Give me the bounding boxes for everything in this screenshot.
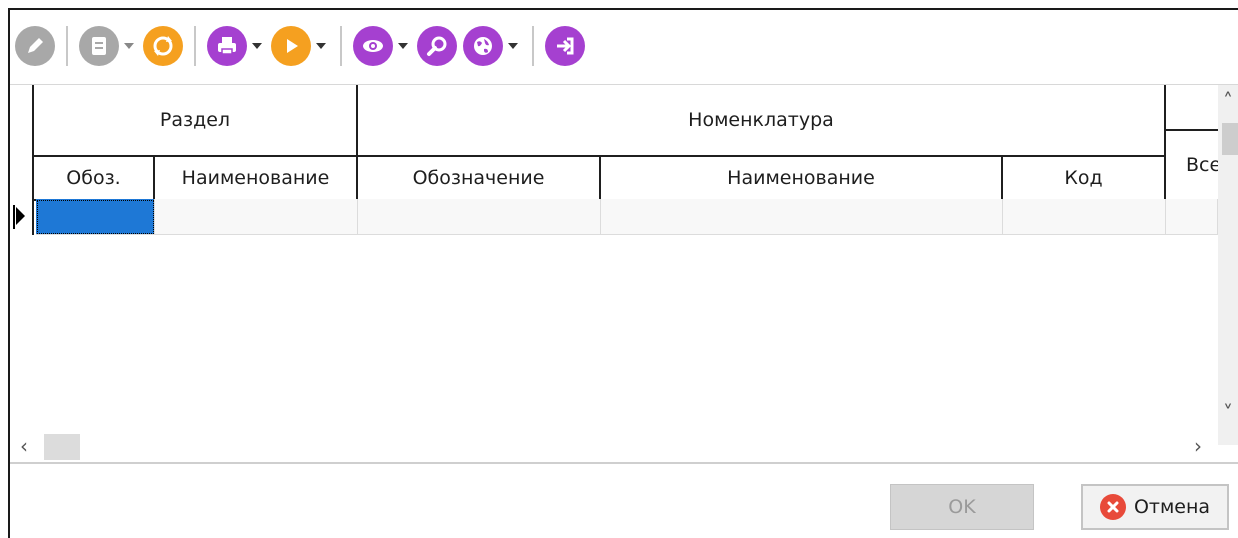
column-header-section-code[interactable]: Обоз. (34, 157, 155, 201)
toolbar-separator (340, 26, 342, 66)
globe-icon[interactable] (463, 26, 503, 66)
group-header-nomenclature[interactable]: Номенклатура (358, 85, 1166, 157)
cancel-button-label: Отмена (1133, 496, 1211, 518)
table-cell[interactable] (601, 199, 1003, 235)
column-header-all[interactable]: Все (1166, 131, 1226, 201)
toolbar-separator (194, 26, 196, 66)
scroll-left-icon[interactable]: ‹ (20, 436, 28, 456)
group-header-section[interactable]: Раздел (34, 85, 358, 157)
exit-icon[interactable] (545, 26, 585, 66)
toolbar (10, 10, 1238, 82)
column-header-nom-name[interactable]: Наименование (601, 157, 1003, 201)
refresh-icon[interactable] (143, 26, 183, 66)
table-cell[interactable] (358, 199, 601, 235)
dialog-window: Раздел Номенклатура Обоз. Наименование О… (8, 8, 1238, 538)
document-dropdown-icon[interactable] (124, 43, 134, 49)
vertical-scroll-thumb[interactable] (1222, 123, 1238, 155)
view-dropdown-icon[interactable] (398, 43, 408, 49)
table-cell[interactable] (1166, 199, 1218, 235)
play-dropdown-icon[interactable] (316, 43, 326, 49)
view-icon[interactable] (353, 26, 393, 66)
globe-dropdown-icon[interactable] (508, 43, 518, 49)
cancel-icon (1099, 494, 1126, 520)
cancel-button[interactable]: Отмена (1081, 484, 1229, 530)
scroll-right-icon[interactable]: › (1194, 436, 1202, 456)
footer-divider (10, 462, 1238, 464)
toolbar-separator (532, 26, 534, 66)
search-icon[interactable] (417, 26, 457, 66)
print-dropdown-icon[interactable] (252, 43, 262, 49)
horizontal-scroll-thumb[interactable] (44, 434, 80, 460)
ok-button-label: OK (948, 496, 976, 518)
print-icon[interactable] (207, 26, 247, 66)
column-header-nom-code[interactable]: Обозначение (358, 157, 601, 201)
column-header-code[interactable]: Код (1003, 157, 1166, 201)
ok-button[interactable]: OK (890, 484, 1034, 530)
data-grid[interactable]: Раздел Номенклатура Обоз. Наименование О… (10, 85, 1226, 445)
table-cell[interactable] (155, 199, 358, 235)
vertical-scrollbar[interactable]: ˄ ˅ (1218, 85, 1238, 445)
column-header-section-name[interactable]: Наименование (155, 157, 358, 201)
document-icon[interactable] (79, 26, 119, 66)
current-row-indicator (10, 199, 32, 235)
scroll-down-icon[interactable]: ˅ (1223, 403, 1233, 423)
horizontal-scrollbar[interactable]: ‹ › (10, 430, 1218, 460)
table-cell[interactable] (36, 199, 155, 235)
play-icon[interactable] (271, 26, 311, 66)
scroll-up-icon[interactable]: ˄ (1223, 91, 1233, 111)
edit-icon[interactable] (15, 26, 55, 66)
table-cell[interactable] (1003, 199, 1166, 235)
header-filler (1166, 85, 1226, 131)
toolbar-separator (66, 26, 68, 66)
